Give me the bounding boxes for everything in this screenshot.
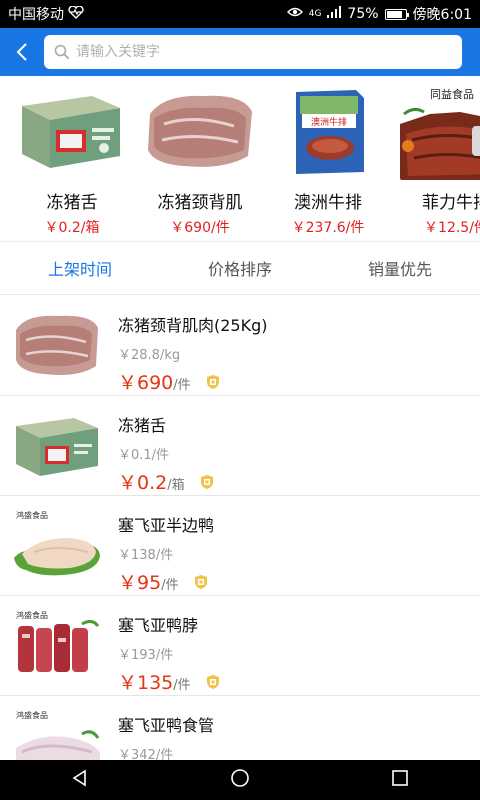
tab-listing-time[interactable]: 上架时间 xyxy=(0,242,160,294)
brand-label-text: 鸿盛食品 xyxy=(16,610,48,620)
product-title: 冻猪颈背肌肉(25Kg) xyxy=(118,316,268,335)
product-title: 塞飞亚鸭食管 xyxy=(118,716,215,735)
product-list[interactable]: 冻猪颈背肌肉(25Kg) ￥28.8/kg ￥690 /件 冻猪舌 ￥0.1/件… xyxy=(0,296,480,761)
pork-tongue-box-image xyxy=(12,408,102,483)
product-info: 冻猪颈背肌肉(25Kg) ￥28.8/kg ￥690 /件 xyxy=(118,296,268,395)
list-item[interactable]: 鸿盛食品 塞飞亚半边鸭 ￥138/件 ￥95 /件 xyxy=(0,496,480,596)
box-label-text: 澳洲牛排 xyxy=(311,116,347,128)
product-price: ￥95 xyxy=(118,572,162,594)
duck-esophagus-image: 鸿盛食品 xyxy=(12,708,102,761)
battery-icon xyxy=(384,8,409,20)
featured-item[interactable]: 同益食品 菲力牛排 ￥12.5/件 xyxy=(392,76,480,241)
unit-price: ￥193/件 xyxy=(118,648,174,663)
battery-level-fill xyxy=(386,10,402,18)
brand-label-text: 鸿盛食品 xyxy=(16,710,48,720)
heart-rate-icon xyxy=(68,4,84,23)
brand-label-text: 同益食品 xyxy=(430,87,474,101)
shield-badge-icon xyxy=(200,474,213,489)
featured-name: 澳洲牛排 xyxy=(294,193,362,213)
signal-icon xyxy=(327,6,342,22)
triangle-back-icon xyxy=(72,769,86,787)
battery-percent: 75% xyxy=(347,6,379,22)
product-price: ￥135 xyxy=(118,672,174,694)
back-button[interactable] xyxy=(0,28,44,76)
nav-recents-button[interactable] xyxy=(391,769,409,791)
featured-price: ￥237.6/件 xyxy=(291,220,365,236)
price-line: ￥135 /件 xyxy=(118,668,221,695)
clock: 傍晚6:01 xyxy=(412,7,472,23)
brand-label-text: 鸿盛食品 xyxy=(16,510,48,520)
price-unit: /箱 xyxy=(167,478,185,493)
list-item[interactable]: 冻猪颈背肌肉(25Kg) ￥28.8/kg ￥690 /件 xyxy=(0,296,480,396)
featured-name: 冻猪颈背肌 xyxy=(157,193,243,213)
unit-price: ￥28.8/kg xyxy=(118,348,181,363)
featured-item[interactable]: 冻猪舌 ￥0.2/箱 xyxy=(8,76,136,241)
status-bar: 中国移动 4G 75% 傍晚6:01 xyxy=(0,0,480,28)
search-box[interactable] xyxy=(44,35,462,69)
square-recents-icon xyxy=(392,770,409,786)
chevron-left-icon xyxy=(16,43,27,61)
australian-steak-box-image: 澳洲牛排 xyxy=(272,84,384,180)
duck-neck-image: 鸿盛食品 xyxy=(12,608,102,683)
tab-sales-priority[interactable]: 销量优先 xyxy=(320,242,480,294)
featured-price: ￥0.2/箱 xyxy=(44,220,100,236)
price-line: ￥95 /件 xyxy=(118,568,214,595)
featured-carousel[interactable]: 冻猪舌 ￥0.2/箱 冻猪颈背肌 ￥690/件 澳洲牛排 澳洲牛排 ￥237.6… xyxy=(0,76,480,241)
product-title: 塞飞亚半边鸭 xyxy=(118,516,215,535)
featured-name: 菲力牛排 xyxy=(422,193,480,213)
network-type-label: 4G xyxy=(308,9,322,19)
list-item[interactable]: 鸿盛食品 塞飞亚鸭脖 ￥193/件 ￥135 /件 xyxy=(0,596,480,696)
featured-price: ￥12.5/件 xyxy=(424,220,480,236)
nav-home-button[interactable] xyxy=(230,768,250,792)
featured-item[interactable]: 冻猪颈背肌 ￥690/件 xyxy=(136,76,264,241)
product-info: 冻猪舌 ￥0.1/件 ￥0.2 /箱 xyxy=(118,396,215,495)
sort-tabs: 上架时间 价格排序 销量优先 xyxy=(0,242,480,295)
fillet-steak-image: 同益食品 xyxy=(400,84,480,180)
unit-price: ￥0.1/件 xyxy=(118,448,170,463)
search-icon xyxy=(54,44,70,60)
featured-name: 冻猪舌 xyxy=(46,193,98,213)
frozen-pork-block-image xyxy=(12,308,102,383)
unit-price: ￥342/件 xyxy=(118,748,174,761)
header-bar xyxy=(0,28,480,76)
product-price: ￥690 xyxy=(118,372,174,394)
price-unit: /件 xyxy=(173,678,191,693)
price-line: ￥0.2 /箱 xyxy=(118,468,215,495)
half-duck-image: 鸿盛食品 xyxy=(12,508,102,583)
list-item[interactable]: 冻猪舌 ￥0.1/件 ￥0.2 /箱 xyxy=(0,396,480,496)
product-info: 塞飞亚半边鸭 ￥138/件 ￥95 /件 xyxy=(118,496,214,595)
product-info: 塞飞亚鸭食管 ￥342/件 xyxy=(118,696,214,761)
circle-home-icon xyxy=(231,769,249,787)
shield-badge-icon xyxy=(206,674,219,689)
nav-back-button[interactable] xyxy=(71,769,89,791)
eye-icon xyxy=(286,6,303,22)
featured-price: ￥690/件 xyxy=(170,220,230,236)
system-navigation-bar xyxy=(0,760,480,800)
product-title: 冻猪舌 xyxy=(118,416,167,435)
shield-badge-icon xyxy=(206,374,219,389)
pork-tongue-box-image xyxy=(16,84,128,180)
list-item[interactable]: 鸿盛食品 塞飞亚鸭食管 ￥342/件 xyxy=(0,696,480,761)
price-unit: /件 xyxy=(173,378,191,393)
product-title: 塞飞亚鸭脖 xyxy=(118,616,199,635)
product-price: ￥0.2 xyxy=(118,472,168,494)
tab-price-sort[interactable]: 价格排序 xyxy=(160,242,320,294)
shield-badge-icon xyxy=(194,574,207,589)
price-unit: /件 xyxy=(161,578,179,593)
featured-item[interactable]: 澳洲牛排 澳洲牛排 ￥237.6/件 xyxy=(264,76,392,241)
unit-price: ￥138/件 xyxy=(118,548,174,563)
frozen-pork-block-image xyxy=(144,84,256,180)
carousel-scroll-indicator[interactable] xyxy=(472,126,480,156)
carrier-label: 中国移动 xyxy=(8,7,64,23)
price-line: ￥690 /件 xyxy=(118,368,268,395)
search-input[interactable] xyxy=(76,44,452,60)
product-info: 塞飞亚鸭脖 ￥193/件 ￥135 /件 xyxy=(118,596,221,695)
